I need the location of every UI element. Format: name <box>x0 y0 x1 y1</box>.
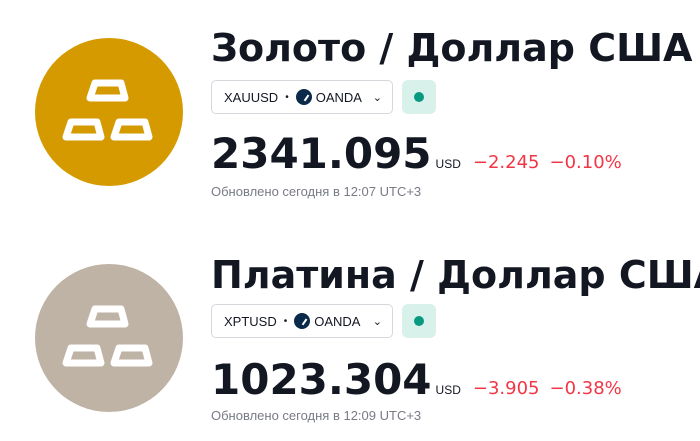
instrument-card-gold: Золото / Доллар США XAUUSD • OANDA ⌄ 234… <box>0 0 700 210</box>
symbol-label: XPTUSD <box>224 313 277 329</box>
last-updated-text: Обновлено сегодня в 12:09 UTC+3 <box>211 408 422 423</box>
price-change-percent: −0.38% <box>549 378 622 399</box>
price-currency: USD <box>435 157 461 171</box>
price-row: 1023.304 USD −3.905 −0.38% <box>211 354 622 406</box>
instrument-title: Платина / Доллар США <box>211 253 700 297</box>
last-updated-text: Обновлено сегодня в 12:07 UTC+3 <box>211 184 422 199</box>
instrument-card-platinum: Платина / Доллар США XPTUSD • OANDA ⌄ 10… <box>0 228 700 438</box>
market-open-dot-icon <box>414 316 424 326</box>
price-value: 2341.095 <box>211 129 432 178</box>
separator-dot: • <box>283 315 288 327</box>
market-status-button[interactable] <box>402 304 436 338</box>
exchange-label: OANDA <box>314 313 361 329</box>
separator-dot: • <box>285 91 289 103</box>
price-change: −2.245 <box>472 152 540 173</box>
market-status-button[interactable] <box>402 80 436 114</box>
oanda-logo-icon <box>295 89 312 105</box>
price-change-percent: −0.10% <box>549 152 622 173</box>
oanda-logo-icon <box>294 313 311 329</box>
symbol-selector[interactable]: XAUUSD • OANDA ⌄ <box>211 80 393 114</box>
price-row: 2341.095 USD −2.245 −0.10% <box>211 128 622 180</box>
price-currency: USD <box>435 383 461 397</box>
market-open-dot-icon <box>414 92 424 102</box>
symbol-label: XAUUSD <box>224 89 279 105</box>
price-change: −3.905 <box>472 378 540 399</box>
symbol-selector[interactable]: XPTUSD • OANDA ⌄ <box>211 304 393 338</box>
price-value: 1023.304 <box>211 355 432 404</box>
chevron-down-icon: ⌄ <box>372 315 382 328</box>
instrument-title: Золото / Доллар США <box>211 26 693 70</box>
exchange-label: OANDA <box>315 89 362 105</box>
chevron-down-icon: ⌄ <box>372 91 382 104</box>
platinum-bars-icon <box>35 264 183 412</box>
gold-bars-icon <box>35 38 183 186</box>
